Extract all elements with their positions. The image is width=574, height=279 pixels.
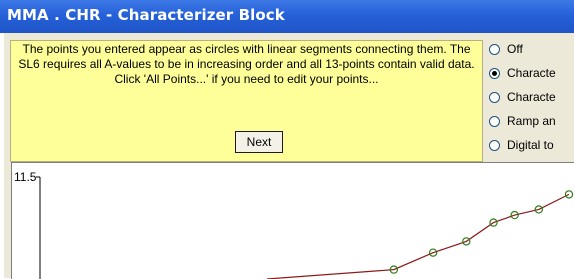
series-line [266,193,570,279]
mode-label: Digital to [507,138,554,152]
mode-radio-ramp[interactable]: Ramp an [489,113,574,133]
next-button[interactable]: Next [235,131,283,153]
radio-circle-icon [489,116,500,127]
mode-radio-off[interactable]: Off [489,41,574,61]
data-point-marker[interactable] [564,190,574,199]
radio-circle-icon [489,140,500,151]
radio-circle-selected-icon [489,68,500,79]
characterizer-plot[interactable]: 11.5 [12,163,574,279]
mode-label: Off [507,42,523,56]
y-tick-label: 11.5 [14,170,37,184]
mode-label: Characte [507,66,556,80]
mode-radio-characterize-1[interactable]: Characte [489,65,574,85]
window-title: MMA . CHR - Characterizer Block [7,6,285,24]
help-message: The points you entered appear as circles… [18,42,475,86]
window-titlebar: MMA . CHR - Characterizer Block [0,0,574,33]
mode-label: Characte [507,90,556,104]
radio-circle-icon [489,92,500,103]
characterizer-plot-area[interactable]: 11.5 [11,162,574,279]
mode-radio-digital[interactable]: Digital to [489,137,574,157]
radio-circle-icon [489,44,500,55]
mode-label: Ramp an [507,114,556,128]
mode-radio-group: Off Characte Characte Ramp an Digital to [486,41,574,162]
help-panel: The points you entered appear as circles… [10,40,483,162]
mode-radio-characterize-2[interactable]: Characte [489,89,574,109]
